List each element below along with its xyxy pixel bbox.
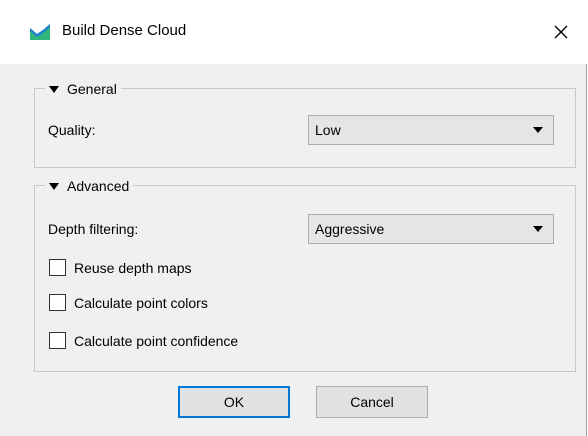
- calculate-point-colors-label: Calculate point colors: [74, 294, 208, 311]
- build-dense-cloud-dialog: Build Dense Cloud General Quality: Low A…: [0, 0, 587, 436]
- dialog-title: Build Dense Cloud: [62, 22, 187, 39]
- calculate-point-confidence-label: Calculate point confidence: [74, 332, 239, 349]
- calculate-point-colors-checkbox[interactable]: [49, 294, 66, 311]
- advanced-group: Advanced Depth filtering: Aggressive Reu…: [34, 176, 576, 372]
- title-bar: Build Dense Cloud: [0, 0, 587, 64]
- general-group-toggle[interactable]: General: [45, 79, 121, 99]
- collapse-triangle-icon: [49, 85, 59, 93]
- chevron-down-icon: [533, 127, 543, 133]
- depth-filtering-value: Aggressive: [315, 221, 385, 237]
- ok-button[interactable]: OK: [178, 386, 290, 418]
- collapse-triangle-icon: [49, 182, 59, 190]
- chevron-down-icon: [533, 226, 543, 232]
- cloud-app-icon: [30, 24, 50, 40]
- quality-label: Quality:: [48, 122, 96, 138]
- quality-select[interactable]: Low: [308, 115, 554, 145]
- general-group: General Quality: Low: [34, 79, 576, 168]
- calculate-point-confidence-option[interactable]: Calculate point confidence: [49, 332, 238, 349]
- depth-filtering-select[interactable]: Aggressive: [308, 214, 554, 244]
- depth-filtering-label: Depth filtering:: [48, 221, 139, 237]
- cancel-button[interactable]: Cancel: [316, 386, 428, 418]
- advanced-group-toggle[interactable]: Advanced: [45, 176, 134, 196]
- quality-value: Low: [315, 122, 341, 138]
- reuse-depth-maps-checkbox[interactable]: [49, 259, 66, 276]
- calculate-point-colors-option[interactable]: Calculate point colors: [49, 294, 208, 311]
- close-button[interactable]: [535, 12, 587, 52]
- reuse-depth-maps-option[interactable]: Reuse depth maps: [49, 259, 192, 276]
- close-icon: [554, 25, 568, 39]
- reuse-depth-maps-label: Reuse depth maps: [74, 259, 192, 276]
- advanced-heading: Advanced: [67, 178, 130, 194]
- calculate-point-confidence-checkbox[interactable]: [49, 332, 66, 349]
- general-heading: General: [67, 81, 117, 97]
